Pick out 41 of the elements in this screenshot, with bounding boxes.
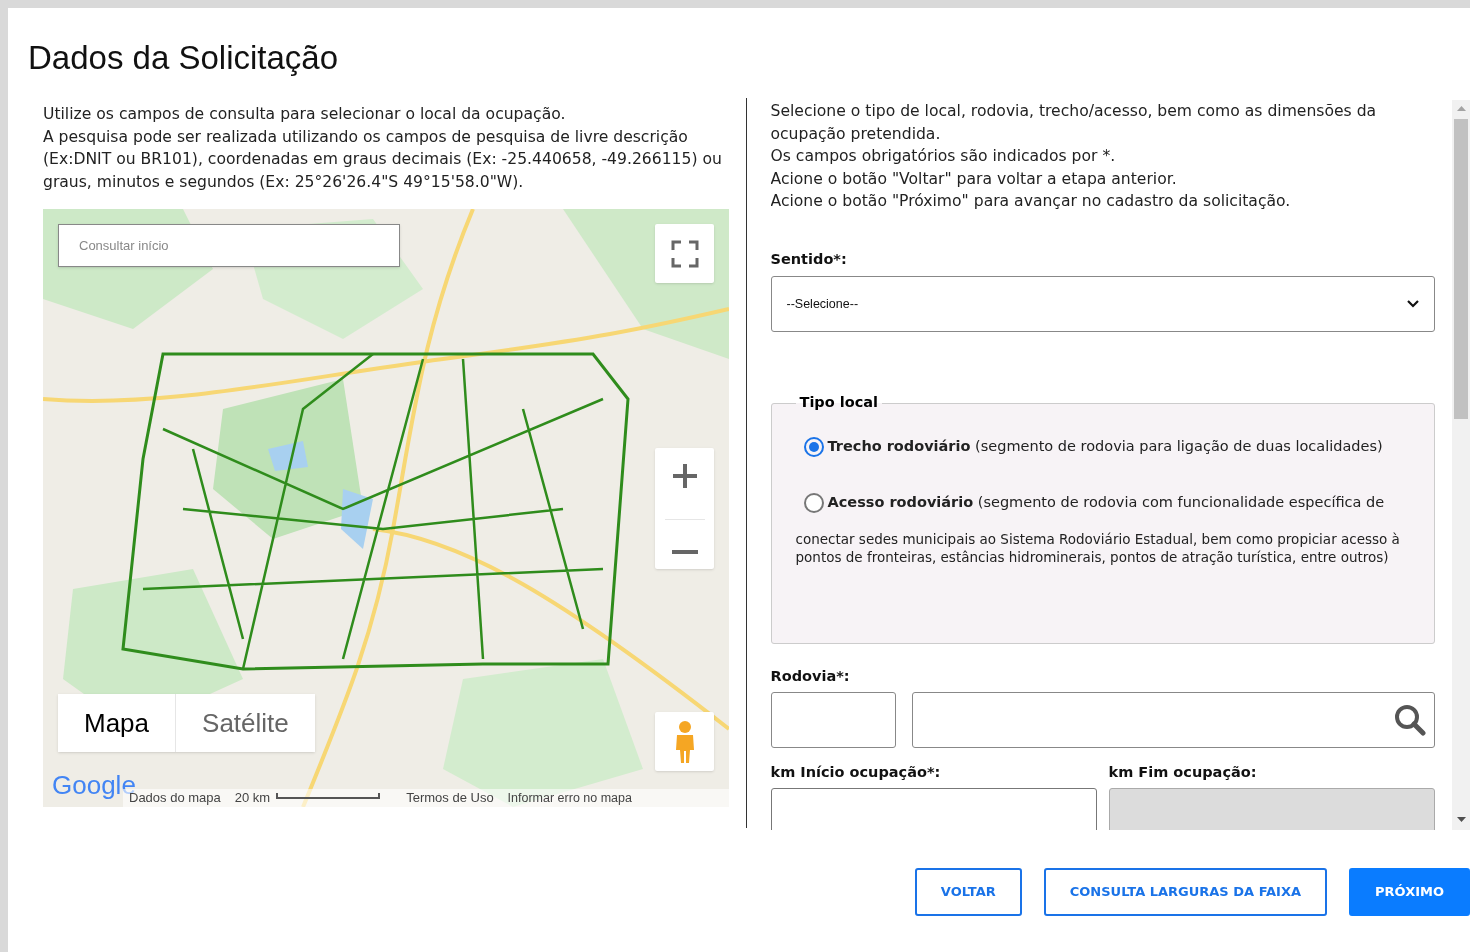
field-label: Rodovia*: [770, 667, 850, 687]
field-label: Sentido*: [770, 249, 847, 269]
intro-text: Utilize os campos de consulta para selecionar o local da ocupação. [43, 104, 567, 125]
road-search-field[interactable] [911, 692, 1435, 748]
direction-select[interactable]: --Selecione-- [770, 276, 1435, 333]
intro-text: A pesquisa pode ser realizada utilizando os campos de pesquisa de livre descrição (Ex:DNIT ou BR101), coordenadas em graus decimais (Ex: -25.440658, -49.266115) ou graus, minutos e segundos (Ex: 25°26'26.4"S 49°15'58.0"W). [43, 126, 723, 193]
dialog-title: Dados da Solicitação [28, 38, 339, 78]
scrollbar[interactable] [1452, 100, 1470, 830]
fullscreen-button[interactable] [655, 224, 714, 283]
km-field[interactable] [770, 787, 1097, 830]
option-description: conectar sedes municipais ao Sistema Rodoviário Estadual, bem como propiciar acesso à pontos de fronteiras, estâncias hidrominerais, pontos de atração turística, entre outros) [795, 529, 1401, 566]
option-label: Acesso rodoviário (segmento de rodovia com funcionalidade específica de [827, 492, 1385, 512]
instruction-text: Acione o botão "Próximo" para avançar no cadastro da solicitação. [770, 191, 1292, 212]
person-icon [673, 719, 696, 764]
search-field[interactable]: Consultar início [58, 224, 400, 267]
zoom-in-icon[interactable] [671, 463, 698, 489]
radio-button[interactable] [803, 492, 824, 513]
instruction-text: Selecione o tipo de local, rodovia, trecho/acesso, bem como as dimensões da ocupação pretendida. [770, 101, 1378, 145]
panel-legend: Tipo local [795, 392, 883, 414]
map-type-tab[interactable]: Mapa [58, 694, 176, 752]
chevron-icon [1406, 300, 1419, 309]
instruction-text: Acione o botão "Voltar" para voltar a etapa anterior. [770, 168, 1178, 190]
fullscreen-icon [670, 239, 699, 268]
field-label: km Início ocupação*: [770, 763, 942, 782]
option-label: Trecho rodoviário (segmento de rodovia para ligação de duas localidades) [827, 437, 1383, 456]
map-type-tab[interactable]: Satélite [175, 694, 315, 752]
scroll-up-icon [1456, 106, 1466, 111]
scroll-down-icon [1456, 817, 1466, 822]
report-link[interactable]: Informar erro no mapa [507, 788, 632, 807]
road-code-field[interactable] [770, 692, 896, 748]
action-button[interactable]: VOLTAR [914, 868, 1022, 916]
terms-link[interactable]: Termos de Uso [406, 788, 494, 807]
field-label: km Fim ocupação: [1108, 763, 1258, 782]
radio-button[interactable] [803, 436, 824, 457]
search-icon [1393, 704, 1426, 736]
zoom-out-icon[interactable] [671, 550, 698, 554]
action-button[interactable]: PRÓXIMO [1349, 868, 1470, 916]
instruction-text: Os campos obrigatórios são indicados por *. [770, 146, 1117, 167]
scroll-thumb[interactable] [1454, 119, 1468, 419]
scale-label: 20 km [234, 789, 271, 807]
action-button[interactable]: CONSULTA LARGURAS DA FAIXA [1043, 868, 1327, 916]
